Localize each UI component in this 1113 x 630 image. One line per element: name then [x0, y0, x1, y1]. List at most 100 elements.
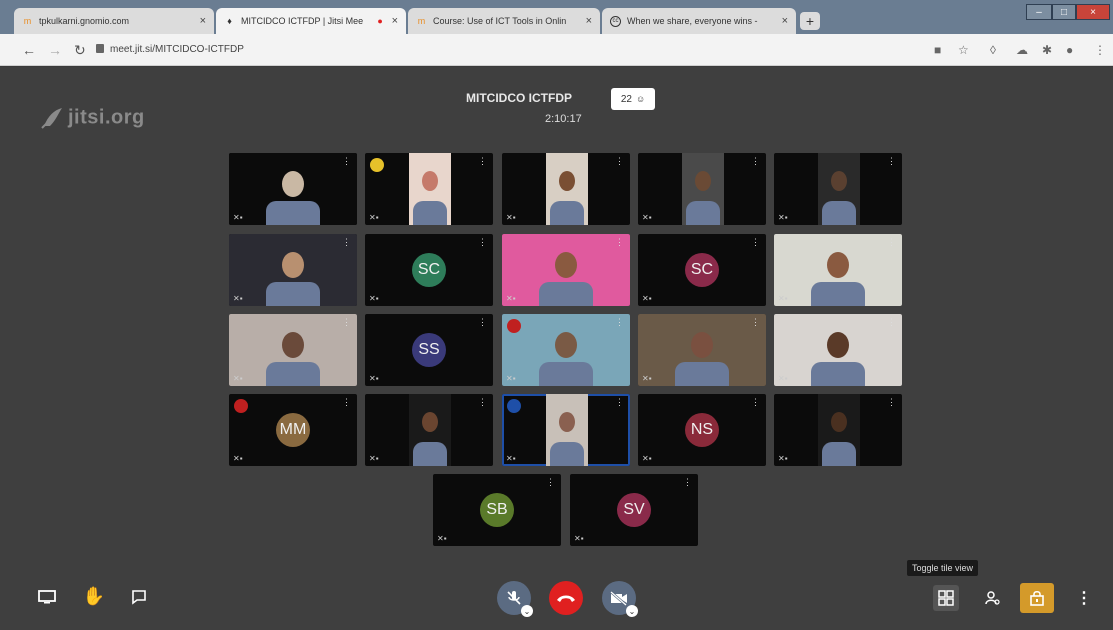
jitsi-logo[interactable]: jitsi.org — [40, 106, 145, 130]
participant-count-button[interactable]: 22 ☺ — [611, 88, 655, 110]
participant-video — [638, 314, 766, 386]
lock-shield-icon — [1030, 590, 1044, 606]
tile-menu-icon[interactable]: ⋮ — [751, 238, 760, 247]
participant-tile[interactable]: ⋮ ✕▪ — [229, 153, 357, 225]
hand-icon: ✋ — [82, 585, 106, 606]
tile-menu-icon[interactable]: ⋮ — [546, 478, 555, 487]
phone-hangup-icon — [557, 595, 575, 602]
participant-face — [695, 171, 711, 191]
tile-menu-icon[interactable]: ⋮ — [342, 157, 351, 166]
lock-icon — [96, 44, 104, 53]
participant-face — [282, 252, 304, 278]
invite-people-button[interactable] — [980, 586, 1004, 610]
participant-video — [502, 234, 630, 306]
participant-tile[interactable]: SV ⋮ ✕▪ — [570, 474, 698, 546]
browser-tab-3[interactable]: m Course: Use of ICT Tools in Onlin × — [408, 8, 600, 34]
participant-tile[interactable]: ⋮ ✕▪ — [229, 234, 357, 306]
connection-indicator-icon[interactable] — [234, 399, 248, 413]
tile-menu-icon[interactable]: ⋮ — [887, 157, 896, 166]
participant-tile[interactable]: ⋮ ✕▪ — [774, 314, 902, 386]
new-tab-button[interactable]: + — [800, 12, 820, 30]
toggle-mic-button[interactable]: ⌄ — [497, 581, 533, 617]
hangup-button[interactable] — [549, 581, 583, 615]
participant-tile[interactable]: ⋮ ✕▪ — [774, 234, 902, 306]
bookmark-star-icon[interactable]: ☆ — [958, 43, 969, 57]
tile-menu-icon[interactable]: ⋮ — [683, 478, 692, 487]
tile-menu-icon[interactable]: ⋮ — [478, 318, 487, 327]
participant-tile[interactable]: ⋮ ✕▪ — [502, 394, 630, 466]
participant-tile[interactable]: SC ⋮ ✕▪ — [365, 234, 493, 306]
participant-video — [229, 234, 357, 306]
participant-tile[interactable]: ⋮ ✕▪ — [502, 234, 630, 306]
toggle-camera-button[interactable]: ⌄ — [602, 581, 638, 617]
participant-tile[interactable]: SB ⋮ ✕▪ — [433, 474, 561, 546]
browser-tab-2[interactable]: ♦ MITCIDCO ICTFDP | Jitsi Mee ● × — [216, 8, 406, 34]
participant-body — [266, 201, 320, 225]
tile-menu-icon[interactable]: ⋮ — [751, 318, 760, 327]
back-icon[interactable]: ← — [22, 42, 36, 58]
muted-status-icon: ✕▪ — [778, 294, 788, 303]
forward-icon[interactable]: → — [48, 42, 62, 58]
tile-menu-icon[interactable]: ⋮ — [478, 238, 487, 247]
browser-tab-4[interactable]: cc When we share, everyone wins - × — [602, 8, 796, 34]
shield-ext-icon[interactable]: ◊ — [990, 43, 996, 57]
tile-menu-icon[interactable]: ⋮ — [342, 318, 351, 327]
participant-tile[interactable]: ⋮ ✕▪ — [774, 153, 902, 225]
browser-tab-1[interactable]: m tpkulkarni.gnomio.com × — [14, 8, 214, 34]
participant-tile[interactable]: ⋮ ✕▪ — [229, 314, 357, 386]
raise-hand-button[interactable]: ✋ — [83, 584, 105, 608]
participant-tile[interactable]: SC ⋮ ✕▪ — [638, 234, 766, 306]
participant-tile[interactable]: ⋮ ✕▪ — [638, 153, 766, 225]
close-tab-icon[interactable]: × — [586, 15, 592, 27]
tile-menu-icon[interactable]: ⋮ — [615, 157, 624, 166]
tile-menu-icon[interactable]: ⋮ — [887, 318, 896, 327]
participant-tile[interactable]: ⋮ ✕▪ — [638, 314, 766, 386]
tile-menu-icon[interactable]: ⋮ — [615, 318, 624, 327]
participant-body — [675, 362, 729, 386]
tile-menu-icon[interactable]: ⋮ — [478, 157, 487, 166]
participant-tile[interactable]: ⋮ ✕▪ — [365, 153, 493, 225]
cloud-ext-icon[interactable]: ☁ — [1016, 43, 1028, 57]
more-options-button[interactable]: ⋮ — [1074, 586, 1094, 610]
profile-icon[interactable]: ● — [1066, 43, 1073, 57]
share-screen-button[interactable] — [36, 586, 58, 608]
connection-indicator-icon[interactable] — [507, 319, 521, 333]
connection-indicator-icon[interactable] — [507, 399, 521, 413]
participant-tile[interactable]: ⋮ ✕▪ — [774, 394, 902, 466]
maximize-button[interactable]: □ — [1052, 4, 1076, 20]
reload-icon[interactable]: ↻ — [74, 42, 86, 58]
close-tab-icon[interactable]: × — [200, 15, 206, 27]
tile-menu-icon[interactable]: ⋮ — [887, 398, 896, 407]
close-tab-icon[interactable]: × — [782, 15, 788, 27]
tile-menu-icon[interactable]: ⋮ — [751, 398, 760, 407]
chevron-down-icon[interactable]: ⌄ — [626, 605, 638, 617]
tile-menu-icon[interactable]: ⋮ — [615, 238, 624, 247]
browser-menu-icon[interactable]: ⋮ — [1094, 43, 1106, 57]
participant-tile[interactable]: ⋮ ✕▪ — [365, 394, 493, 466]
chevron-down-icon[interactable]: ⌄ — [521, 605, 533, 617]
window-close-button[interactable]: × — [1076, 4, 1110, 20]
tile-menu-icon[interactable]: ⋮ — [751, 157, 760, 166]
tile-menu-icon[interactable]: ⋮ — [615, 398, 624, 407]
close-tab-icon[interactable]: × — [392, 15, 398, 27]
tile-menu-icon[interactable]: ⋮ — [342, 398, 351, 407]
moodle-icon: m — [417, 16, 426, 26]
security-button[interactable] — [1020, 583, 1054, 613]
participant-tile[interactable]: SS ⋮ ✕▪ — [365, 314, 493, 386]
tile-menu-icon[interactable]: ⋮ — [887, 238, 896, 247]
tile-menu-icon[interactable]: ⋮ — [478, 398, 487, 407]
participant-tile[interactable]: ⋮ ✕▪ — [502, 314, 630, 386]
tile-view-button[interactable] — [933, 585, 959, 611]
tile-menu-icon[interactable]: ⋮ — [342, 238, 351, 247]
camera-ext-icon[interactable]: ■ — [934, 43, 941, 57]
extensions-puzzle-icon[interactable]: ✱ — [1042, 43, 1052, 57]
participant-tile[interactable]: MM ⋮ ✕▪ — [229, 394, 357, 466]
url-field[interactable]: meet.jit.si/MITCIDCO-ICTFDP — [110, 42, 244, 58]
participant-tile[interactable]: ⋮ ✕▪ — [502, 153, 630, 225]
participant-tile[interactable]: NS ⋮ ✕▪ — [638, 394, 766, 466]
address-bar: ← → ↻ meet.jit.si/MITCIDCO-ICTFDP ■ ☆ ◊ … — [0, 34, 1113, 66]
chat-button[interactable] — [128, 586, 150, 608]
connection-indicator-icon[interactable] — [370, 158, 384, 172]
participant-face — [422, 412, 438, 432]
minimize-button[interactable]: – — [1026, 4, 1052, 20]
